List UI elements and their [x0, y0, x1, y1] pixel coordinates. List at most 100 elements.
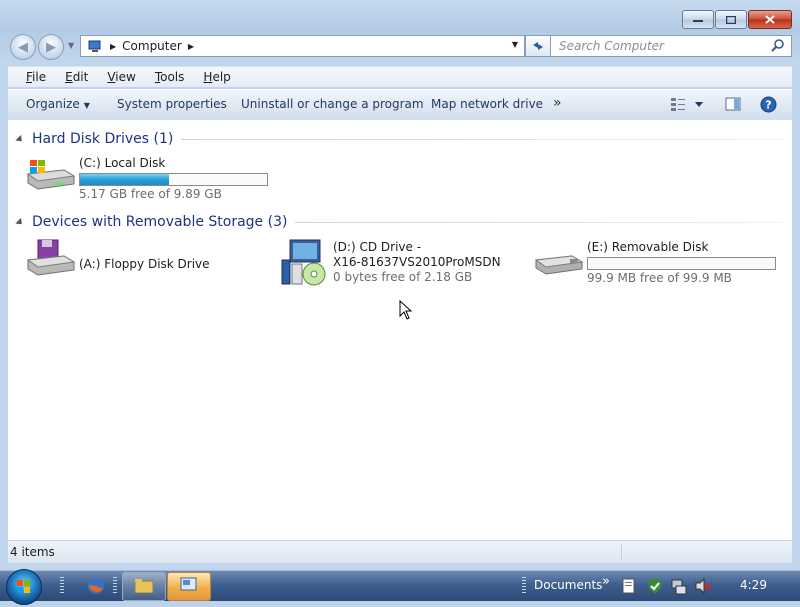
change-view-button[interactable] [670, 96, 706, 115]
map-network-drive-button[interactable]: Map network drive [431, 97, 543, 111]
drive-free-space-d: 0 bytes free of 2.18 GB [333, 270, 473, 284]
volume-muted-icon [695, 577, 711, 595]
recent-pages-dropdown[interactable]: ▼ [68, 41, 74, 50]
maximize-button[interactable] [715, 10, 747, 29]
search-input[interactable] [557, 38, 761, 54]
maximize-icon [726, 15, 736, 24]
group-divider [181, 138, 782, 140]
drive-usage-fill-c [80, 174, 170, 185]
menu-view-label: iew [115, 70, 136, 84]
drive-name-a: (A:) Floppy Disk Drive [79, 257, 210, 271]
collapse-arrow-icon[interactable] [15, 134, 25, 144]
menu-help[interactable]: Help [193, 70, 239, 84]
explorer-window: ◀ ▶ ▼ ▶ Computer ▶ ▼ Search Computer Fil… [0, 0, 800, 570]
documents-toolbar-label[interactable]: Documents [534, 578, 602, 592]
menu-file-label: ile [32, 70, 47, 84]
quicklaunch-grip[interactable] [60, 577, 64, 595]
windows-logo-icon [17, 580, 30, 593]
minimize-icon [693, 19, 703, 22]
taskbar-grip[interactable] [113, 577, 117, 595]
tray-network-icon[interactable] [670, 577, 688, 598]
drive-item-d[interactable]: (D:) CD Drive - X16-81637VS2010ProMSDN 0… [278, 238, 508, 290]
menu-help-label: elp [212, 70, 231, 84]
shield-check-icon [648, 578, 662, 594]
menu-tools[interactable]: Tools [145, 70, 194, 84]
uninstall-program-button[interactable]: Uninstall or change a program [241, 97, 424, 111]
breadcrumb-computer[interactable]: Computer [122, 39, 182, 53]
organize-label: Organize [26, 97, 80, 111]
drive-item-c[interactable]: (C:) Local Disk 5.17 GB free of 9.89 GB [24, 156, 284, 206]
firefox-icon [88, 578, 104, 594]
cd-drive-setup-icon [281, 239, 326, 286]
refresh-button[interactable] [525, 35, 551, 57]
back-button[interactable]: ◀ [10, 34, 36, 60]
drive-usage-bar-e [587, 257, 776, 270]
taskbar-explorer-button[interactable] [122, 572, 166, 601]
minimize-button[interactable] [682, 10, 714, 29]
drive-usage-bar-c [79, 173, 268, 186]
menu-view[interactable]: View [97, 70, 144, 84]
item-count: 4 items [10, 545, 55, 559]
drive-free-space-c: 5.17 GB free of 9.89 GB [79, 187, 222, 201]
computer-window-icon [180, 577, 197, 591]
group-title-hard-disk-drives: Hard Disk Drives (1) [32, 131, 174, 147]
help-button[interactable]: ? [760, 96, 777, 116]
navigation-bar: ◀ ▶ ▼ ▶ Computer ▶ ▼ [8, 33, 792, 60]
refresh-icon [533, 42, 543, 50]
toolbar-overflow-icon[interactable]: » [602, 574, 610, 589]
address-dropdown-icon[interactable]: ▼ [512, 40, 518, 49]
menu-edit-label: dit [72, 70, 89, 84]
drive-name-c: (C:) Local Disk [79, 156, 166, 170]
menu-bar: File Edit View Tools Help [8, 66, 792, 87]
drive-name-e: (E:) Removable Disk [587, 240, 709, 254]
document-icon [622, 578, 635, 594]
menu-edit-accel: E [65, 70, 73, 84]
forward-button[interactable]: ▶ [38, 34, 64, 60]
group-title-removable-storage: Devices with Removable Storage (3) [32, 214, 288, 230]
close-button[interactable] [748, 10, 792, 29]
preview-pane-icon [725, 97, 741, 111]
status-divider [621, 544, 622, 560]
view-options-icon [671, 98, 703, 111]
group-header-removable-storage[interactable]: Devices with Removable Storage (3) [8, 212, 792, 232]
taskbar: Documents » 4:29 [0, 569, 800, 605]
menu-edit[interactable]: Edit [55, 70, 97, 84]
organize-button[interactable]: Organize ▼ [26, 97, 90, 111]
content-pane[interactable]: Hard Disk Drives (1) (C:) Local Disk 5.1… [8, 120, 792, 540]
collapse-arrow-icon[interactable] [15, 217, 25, 227]
tray-document-icon[interactable] [622, 578, 636, 597]
folder-icon [134, 579, 154, 594]
search-box[interactable] [550, 35, 792, 57]
menu-file[interactable]: File [8, 70, 55, 84]
network-icon [671, 579, 687, 595]
breadcrumb-chevron-icon[interactable]: ▶ [188, 42, 194, 51]
status-bar: 4 items [8, 540, 792, 563]
more-commands-button[interactable]: » [553, 95, 562, 111]
group-header-hard-disk-drives[interactable]: Hard Disk Drives (1) [8, 129, 792, 149]
drive-volume-label-d: X16-81637VS2010ProMSDN [333, 255, 501, 269]
taskbar-computer-button[interactable] [167, 572, 211, 601]
breadcrumb-separator-icon[interactable]: ▶ [110, 42, 116, 51]
tray-security-icon[interactable] [646, 577, 664, 598]
search-icon[interactable] [771, 38, 785, 52]
close-icon [765, 15, 775, 24]
drive-item-a[interactable]: (A:) Floppy Disk Drive [24, 238, 244, 288]
tray-volume-icon[interactable] [694, 577, 712, 598]
toolbar-grip[interactable] [522, 577, 526, 595]
firefox-launcher[interactable] [86, 576, 106, 599]
drive-item-e[interactable]: (E:) Removable Disk 99.9 MB free of 99.9… [532, 238, 782, 288]
system-properties-button[interactable]: System properties [117, 97, 227, 111]
caption-buttons [682, 10, 792, 29]
computer-icon [88, 40, 101, 52]
back-arrow-icon: ◀ [18, 39, 28, 55]
menu-tools-label: ools [160, 70, 185, 84]
svg-text:?: ? [765, 99, 771, 112]
removable-disk-icon [534, 255, 584, 275]
local-disk-icon [26, 160, 76, 190]
mouse-pointer-icon [399, 300, 413, 320]
preview-pane-button[interactable] [725, 96, 741, 115]
help-icon: ? [760, 96, 777, 113]
system-clock[interactable]: 4:29 [740, 578, 767, 592]
address-bar[interactable]: ▶ Computer ▶ ▼ [80, 35, 525, 57]
drive-free-space-e: 99.9 MB free of 99.9 MB [587, 271, 732, 285]
